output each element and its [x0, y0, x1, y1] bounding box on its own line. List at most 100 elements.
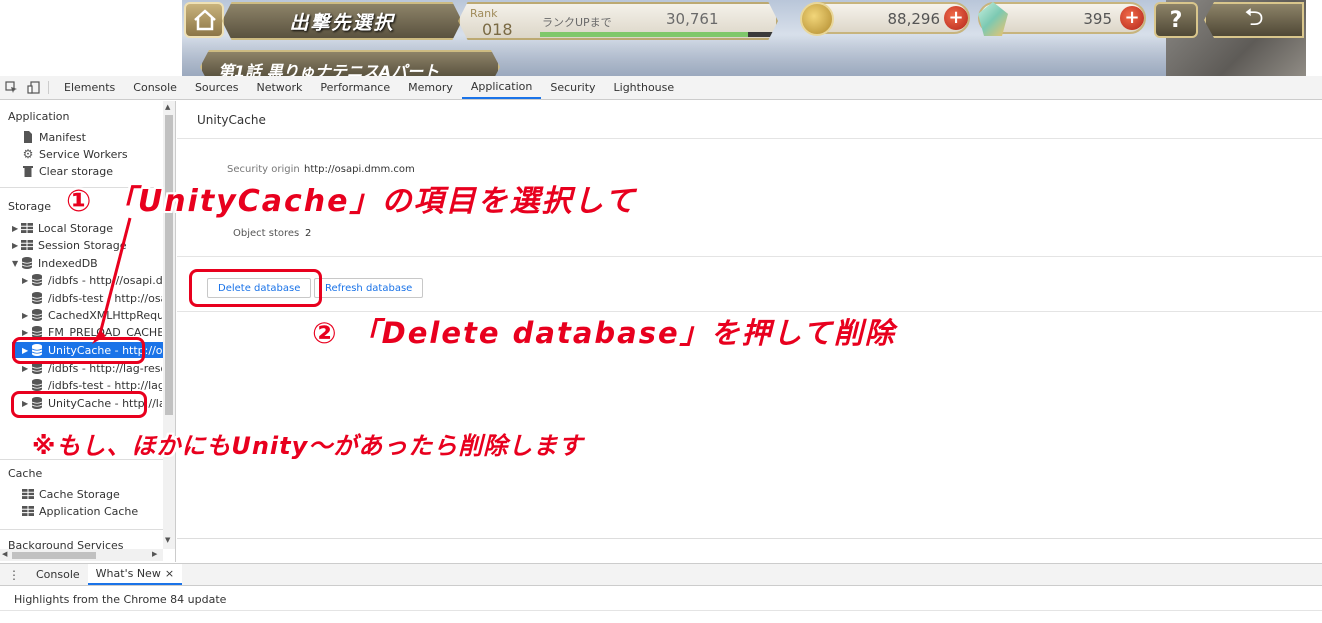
expand-triangle-icon[interactable]: ▶	[22, 311, 31, 320]
home-button[interactable]	[184, 2, 224, 38]
expand-triangle-icon[interactable]: ▶	[12, 224, 21, 233]
scroll-right-arrow-icon[interactable]: ▶	[152, 550, 157, 558]
collapse-triangle-icon[interactable]: ▼	[12, 259, 21, 268]
annotation-highlight-delete-button	[189, 269, 322, 307]
sidebar-header-storage: Storage	[8, 200, 52, 213]
database-icon	[31, 292, 43, 304]
help-button[interactable]: ?	[1154, 2, 1198, 38]
scroll-left-arrow-icon[interactable]: ◀	[2, 550, 7, 558]
rank-value: 018	[482, 20, 513, 39]
sidebar-item-label: Local Storage	[38, 221, 114, 235]
drawer-menu-icon[interactable]: ⋮	[0, 564, 28, 585]
scrollbar-thumb[interactable]	[12, 552, 96, 559]
object-stores-value: 2	[305, 228, 312, 239]
device-mode-icon	[26, 81, 40, 94]
gem-value: 395	[1083, 10, 1112, 28]
scroll-up-arrow-icon[interactable]: ▲	[165, 103, 170, 111]
sidebar-item-application-cache[interactable]: Application Cache	[22, 503, 162, 519]
object-stores-label: Object stores	[233, 228, 300, 239]
help-icon: ?	[1169, 7, 1183, 33]
sidebar-item-indexeddb[interactable]: ▼ IndexedDB	[12, 255, 162, 271]
tab-elements[interactable]: Elements	[55, 76, 124, 99]
drawer-tab-whats-new[interactable]: What's New ×	[87, 564, 183, 585]
database-title: UnityCache	[197, 113, 266, 127]
device-toolbar-button[interactable]	[22, 76, 44, 99]
security-origin-value: http://osapi.dmm.com	[304, 164, 415, 175]
tab-sources[interactable]: Sources	[186, 76, 248, 99]
panel-divider	[0, 610, 1322, 611]
cursor-select-icon	[4, 81, 17, 93]
chapter-banner[interactable]: 第1話 黒りゅナテニスAパート	[200, 50, 500, 76]
annotation-highlight-unitycache-second	[11, 391, 147, 418]
security-origin-label: Security origin	[227, 164, 300, 175]
grid-icon	[21, 239, 33, 251]
screen-title: 出撃先選択	[222, 2, 462, 40]
drawer-tab-label: What's New	[95, 567, 161, 580]
sidebar-db-item[interactable]: ▶ /idbfs - http://osapi.dmm.com	[22, 272, 162, 288]
sidebar-item-label: /idbfs-test - http://lag-resource.com	[48, 378, 162, 392]
tab-lighthouse[interactable]: Lighthouse	[605, 76, 684, 99]
add-coins-button[interactable]: +	[944, 6, 968, 30]
sidebar-divider	[0, 529, 164, 530]
expand-triangle-icon[interactable]: ▶	[22, 276, 31, 285]
expand-triangle-icon[interactable]: ▶	[22, 364, 31, 373]
annotation-note: ※もし、ほかにもUnity～があったら削除します	[32, 432, 584, 460]
tab-security[interactable]: Security	[541, 76, 604, 99]
scroll-down-arrow-icon[interactable]: ▼	[165, 536, 170, 544]
sidebar-item-label: Session Storage	[38, 238, 127, 252]
tab-network[interactable]: Network	[247, 76, 311, 99]
sidebar-item-label: Service Workers	[39, 147, 128, 161]
annotation-step2: ② 「Delete database」を押して削除	[312, 316, 896, 350]
sidebar-db-item[interactable]: ▶ CachedXMLHttpRequest - http://osapi.dm…	[22, 307, 162, 323]
refresh-database-button[interactable]: Refresh database	[314, 278, 424, 298]
sidebar-item-label: /idbfs-test - http://osapi.dmm.com	[48, 291, 162, 305]
rank-label: Rank	[470, 7, 498, 20]
rank-up-label: ランクUPまで	[542, 16, 612, 29]
sidebar-item-label: CachedXMLHttpRequest - http://osapi.dmm.…	[48, 308, 162, 322]
back-button[interactable]: ⮌	[1204, 2, 1304, 38]
inspect-element-button[interactable]	[0, 76, 22, 99]
sidebar-item-manifest[interactable]: Manifest	[22, 129, 162, 145]
sidebar-item-label: /idbfs - http://osapi.dmm.com	[48, 273, 162, 287]
sidebar-item-cache-storage[interactable]: Cache Storage	[22, 486, 162, 502]
sidebar-header-application: Application	[8, 110, 70, 123]
panel-divider	[177, 256, 1322, 257]
grid-icon	[22, 488, 34, 500]
scrollbar-thumb[interactable]	[165, 115, 173, 415]
drawer-tab-console[interactable]: Console	[28, 564, 88, 585]
sidebar-item-local-storage[interactable]: ▶ Local Storage	[12, 220, 162, 236]
sidebar-item-label: Cache Storage	[39, 487, 120, 501]
sidebar-header-cache: Cache	[8, 467, 43, 480]
tab-performance[interactable]: Performance	[311, 76, 399, 99]
database-icon	[21, 257, 33, 269]
rank-progress-bar	[540, 32, 776, 37]
sidebar-item-service-workers[interactable]: ⚙ Service Workers	[22, 146, 162, 162]
drawer-tab-bar: ⋮ Console What's New ×	[0, 563, 1322, 586]
expand-triangle-icon[interactable]: ▶	[22, 328, 31, 337]
close-icon[interactable]: ×	[165, 567, 174, 580]
plus-icon: +	[1124, 7, 1140, 28]
tab-application[interactable]: Application	[461, 76, 542, 99]
grid-icon	[22, 505, 34, 517]
return-arrow-icon: ⮌	[1244, 2, 1264, 31]
document-icon	[22, 131, 34, 143]
devtools-tab-bar: Elements Console Sources Network Perform…	[0, 76, 1322, 100]
sidebar-horizontal-scrollbar[interactable]: ◀ ▶	[0, 549, 163, 561]
gem-icon	[978, 2, 1008, 36]
annotation-step1: ① 「UnityCache」の項目を選択して	[66, 184, 637, 219]
coin-value: 88,296	[887, 10, 941, 28]
panel-divider	[177, 138, 1322, 139]
database-icon	[31, 379, 43, 391]
expand-triangle-icon[interactable]: ▶	[12, 241, 21, 250]
sidebar-db-item[interactable]: /idbfs-test - http://osapi.dmm.com	[22, 290, 162, 306]
add-gems-button[interactable]: +	[1120, 6, 1144, 30]
database-icon	[31, 274, 43, 286]
whats-new-highlight: Highlights from the Chrome 84 update	[14, 593, 227, 606]
tab-memory[interactable]: Memory	[399, 76, 462, 99]
application-sidebar: Application Manifest ⚙ Service Workers C…	[0, 101, 176, 562]
sidebar-vertical-scrollbar[interactable]: ▲ ▼	[163, 101, 175, 549]
plus-icon: +	[948, 7, 964, 28]
sidebar-item-session-storage[interactable]: ▶ Session Storage	[12, 237, 162, 253]
sidebar-item-label: Manifest	[39, 130, 86, 144]
tab-console[interactable]: Console	[124, 76, 186, 99]
